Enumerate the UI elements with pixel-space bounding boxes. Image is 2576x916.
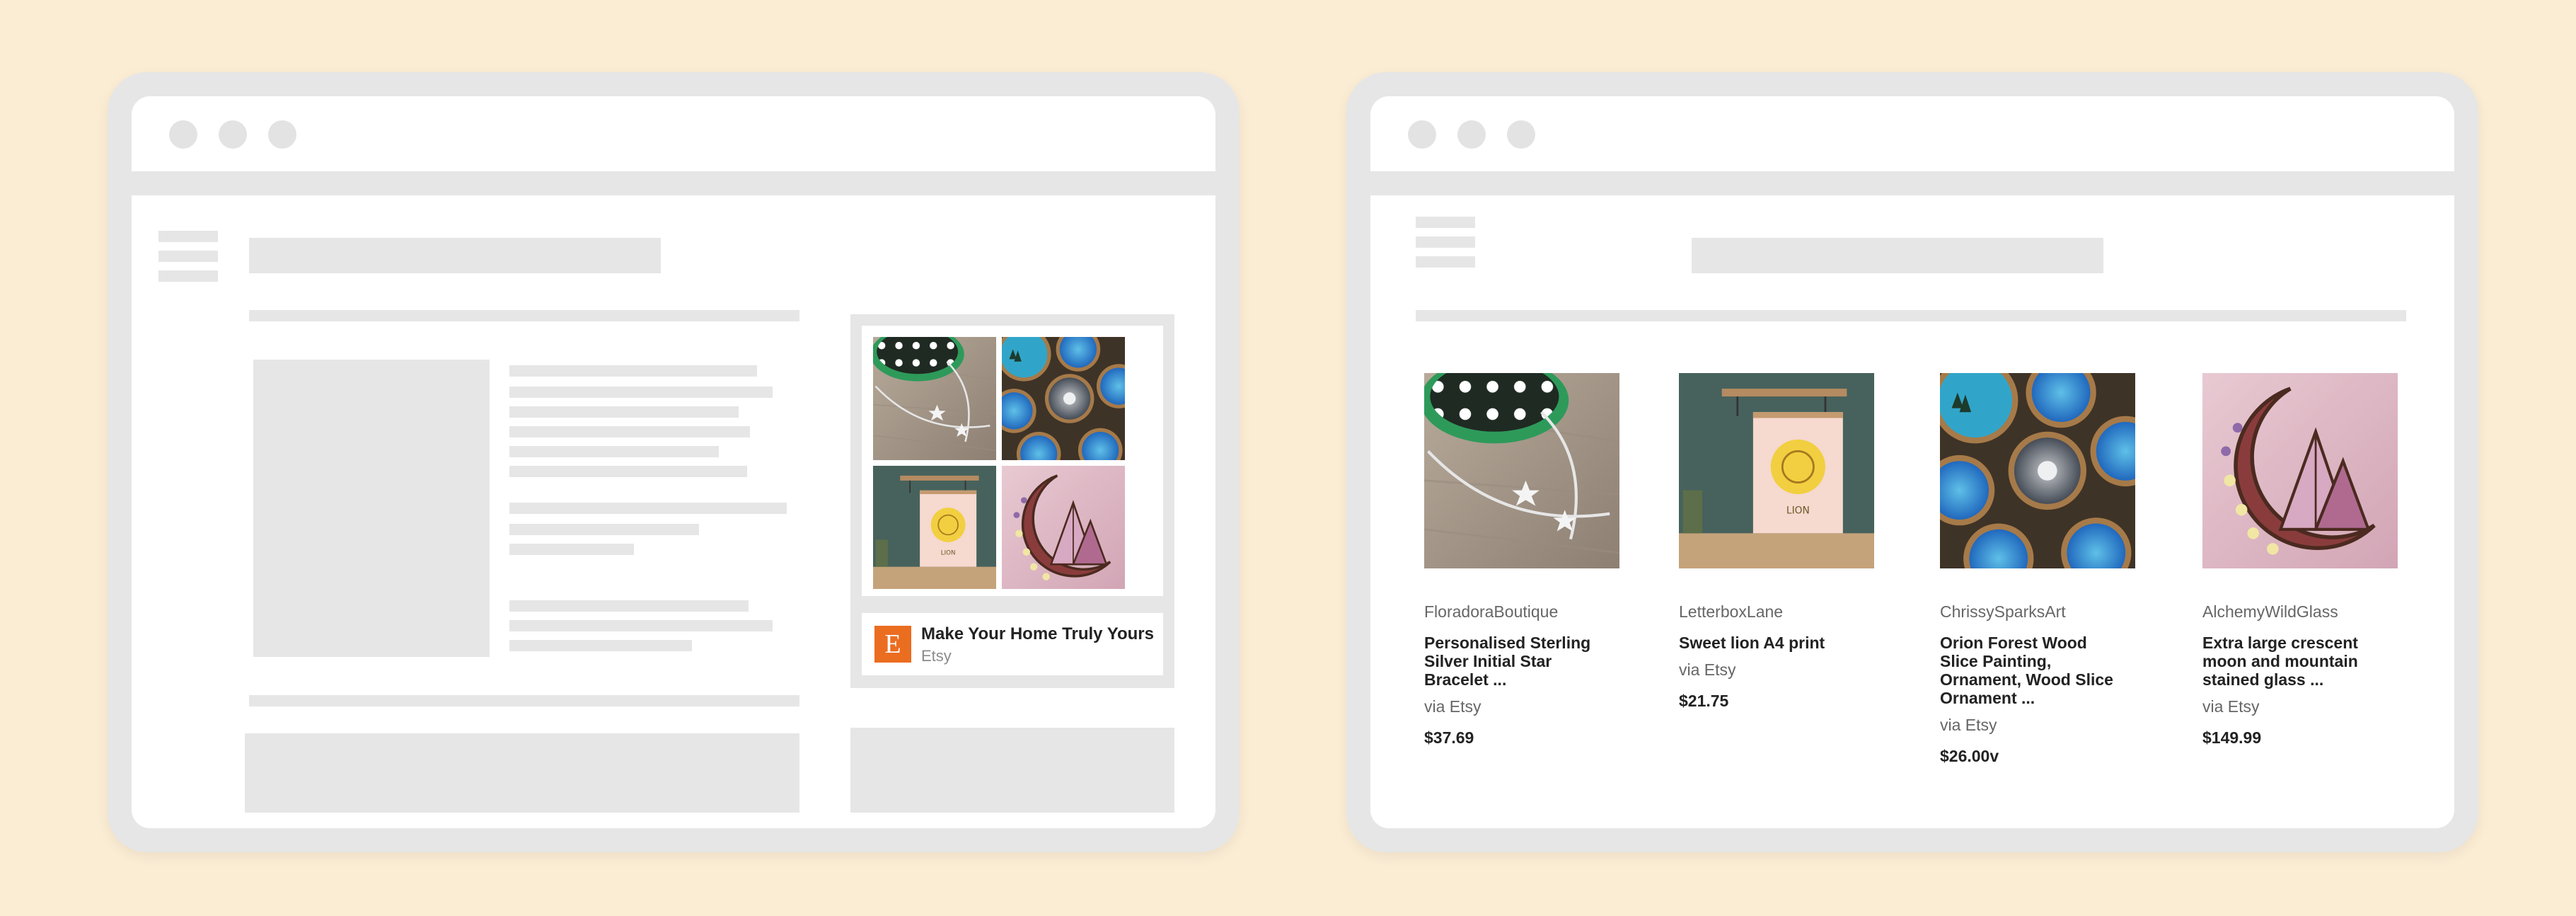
product-price: $26.00v xyxy=(1940,747,1999,765)
window-dot-minimize[interactable] xyxy=(1457,120,1486,149)
ad-thumb-lion-print[interactable] xyxy=(873,466,996,589)
product-card[interactable]: ChrissySparksArt Orion Forest Wood Slice… xyxy=(1940,373,2135,766)
product-price: $149.99 xyxy=(2202,728,2262,747)
product-source: via Etsy xyxy=(2202,697,2260,716)
text-line-placeholder xyxy=(509,503,787,514)
product-price: $21.75 xyxy=(1679,692,1729,710)
browser-window-left: E Make Your Home Truly Yours Etsy xyxy=(108,72,1240,852)
menu-icon-line[interactable] xyxy=(158,251,218,262)
block-placeholder xyxy=(245,733,799,813)
ad-image-grid[interactable] xyxy=(862,326,1163,596)
etsy-logo-icon: E xyxy=(874,626,911,663)
product-source: via Etsy xyxy=(1679,660,1736,679)
heading-placeholder xyxy=(1692,238,2103,273)
product-shop[interactable]: LetterboxLane xyxy=(1679,602,1874,622)
text-line-placeholder xyxy=(509,600,749,612)
ad-thumb-stained-glass[interactable] xyxy=(1002,466,1125,589)
product-image[interactable] xyxy=(1424,373,1619,568)
menu-icon-line[interactable] xyxy=(158,270,218,282)
product-shop[interactable]: FloradoraBoutique xyxy=(1424,602,1619,622)
menu-icon-line[interactable] xyxy=(158,231,218,242)
window-dot-close[interactable] xyxy=(169,120,197,149)
menu-icon-line[interactable] xyxy=(1416,217,1475,228)
text-line-placeholder xyxy=(509,387,773,398)
menu-icon-line[interactable] xyxy=(1416,256,1475,268)
browser-window-right: FloradoraBoutique Personalised Sterling … xyxy=(1346,72,2478,852)
ad-source: Etsy xyxy=(921,647,952,665)
page-content: E Make Your Home Truly Yours Etsy xyxy=(132,195,1215,828)
heading-placeholder xyxy=(249,238,661,273)
text-line-placeholder xyxy=(509,544,634,555)
product-card[interactable]: FloradoraBoutique Personalised Sterling … xyxy=(1424,373,1619,748)
block-placeholder xyxy=(850,728,1174,813)
window-dot-maximize[interactable] xyxy=(1507,120,1535,149)
product-shop[interactable]: AlchemyWildGlass xyxy=(2202,602,2398,622)
product-title[interactable]: Sweet lion A4 print xyxy=(1679,634,1856,652)
divider-placeholder xyxy=(249,695,799,706)
product-shop[interactable]: ChrissySparksArt xyxy=(1940,602,2135,622)
product-image[interactable] xyxy=(1679,373,1874,568)
product-title[interactable]: Orion Forest Wood Slice Painting, Orname… xyxy=(1940,634,2117,707)
product-source: via Etsy xyxy=(1424,697,1482,716)
text-line-placeholder xyxy=(509,640,692,651)
product-title[interactable]: Personalised Sterling Silver Initial Sta… xyxy=(1424,634,1601,689)
product-image[interactable] xyxy=(1940,373,2135,568)
text-line-placeholder xyxy=(509,365,757,377)
product-source: via Etsy xyxy=(1940,716,1997,734)
text-line-placeholder xyxy=(509,620,773,631)
image-placeholder xyxy=(253,360,490,657)
window-dot-close[interactable] xyxy=(1408,120,1436,149)
text-line-placeholder xyxy=(509,406,739,418)
divider-placeholder xyxy=(1416,310,2406,321)
window-dot-maximize[interactable] xyxy=(268,120,296,149)
ad-thumb-wood-slices[interactable] xyxy=(1002,337,1125,460)
product-card[interactable]: LetterboxLane Sweet lion A4 print via Et… xyxy=(1679,373,1874,711)
window-dot-minimize[interactable] xyxy=(219,120,247,149)
product-card[interactable]: AlchemyWildGlass Extra large crescent mo… xyxy=(2202,373,2398,748)
menu-icon-line[interactable] xyxy=(1416,236,1475,248)
text-line-placeholder xyxy=(509,466,747,477)
ad-caption[interactable]: E Make Your Home Truly Yours Etsy xyxy=(862,613,1163,675)
product-image[interactable] xyxy=(2202,373,2398,568)
text-line-placeholder xyxy=(509,446,719,457)
product-title[interactable]: Extra large crescent moon and mountain s… xyxy=(2202,634,2379,689)
divider-placeholder xyxy=(249,310,799,321)
title-bar xyxy=(1370,96,2454,171)
text-line-placeholder xyxy=(509,426,750,437)
text-line-placeholder xyxy=(509,524,699,535)
ad-title[interactable]: Make Your Home Truly Yours xyxy=(921,624,1154,644)
ad-thumb-bracelet[interactable] xyxy=(873,337,996,460)
title-bar xyxy=(132,96,1215,171)
product-price: $37.69 xyxy=(1424,728,1474,747)
